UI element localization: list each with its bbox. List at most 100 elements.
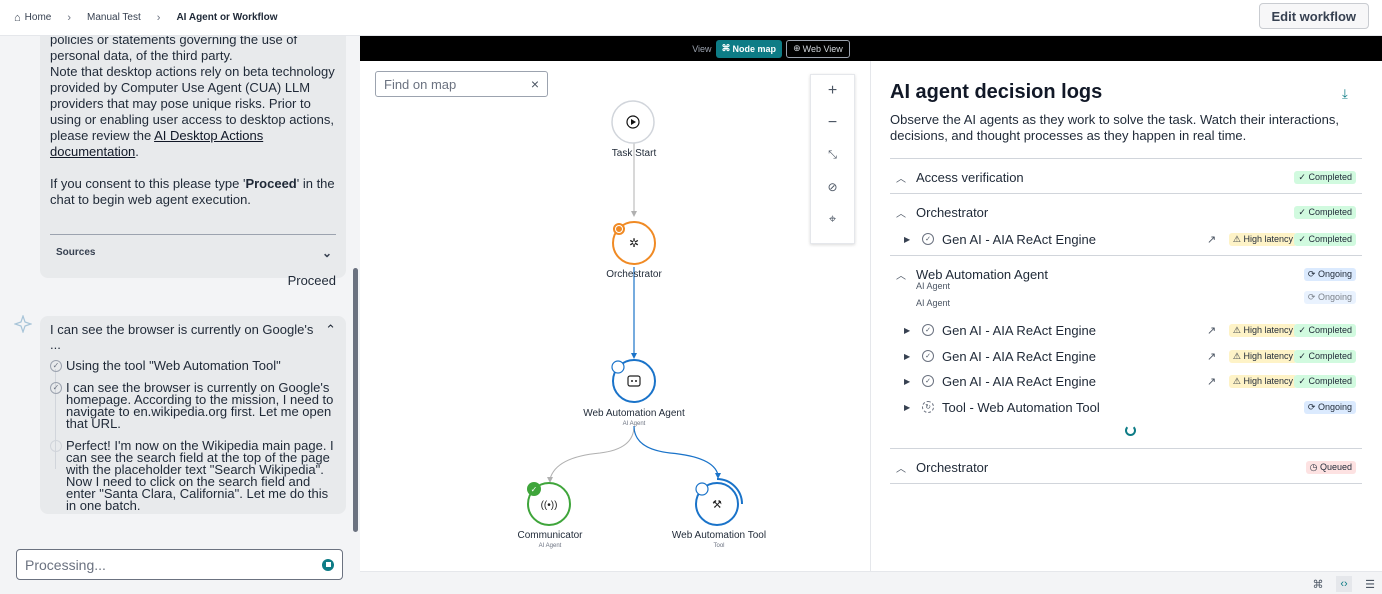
expand-triangle-icon[interactable]: ▶ xyxy=(904,377,922,386)
status-badge-ghost: ⟳ Ongoing xyxy=(1303,291,1356,304)
bottom-toolbar: ⌘ ‹› ☰ xyxy=(360,571,1382,594)
check-circle-icon: ✓ xyxy=(50,382,62,394)
section-header[interactable]: ︿ Access verification ✓ Completed xyxy=(890,167,1362,187)
user-message: Proceed xyxy=(287,273,336,288)
edge-agent-communicator xyxy=(549,425,635,480)
task-start-label[interactable]: Task Start xyxy=(564,148,704,159)
communicator-sublabel: AI Agent xyxy=(538,543,562,549)
web-agent-sublabel: AI Agent xyxy=(622,421,646,427)
section-access-verification: ︿ Access verification ✓ Completed xyxy=(890,158,1362,194)
home-icon[interactable]: ⌂ xyxy=(14,12,21,24)
step-item: ✓ Using the tool "Web Automation Tool" xyxy=(50,359,336,372)
section-orchestrator-queued: ︿ Orchestrator ◷ Queued xyxy=(890,448,1362,484)
agent-thought-header[interactable]: I can see the browser is currently on Go… xyxy=(50,322,336,352)
external-link-icon[interactable]: ↗ xyxy=(1207,350,1216,363)
status-badge: ◷ Queued xyxy=(1305,460,1356,474)
sync-badge-icon xyxy=(611,360,625,374)
edit-workflow-button[interactable]: Edit workflow xyxy=(1258,3,1369,29)
status-badge: ✓ Completed xyxy=(1294,323,1356,337)
external-link-icon[interactable]: ↗ xyxy=(1207,324,1216,337)
status-badge: ⟳ Ongoing xyxy=(1303,267,1356,281)
chat-panel: policies or statements governing the use… xyxy=(0,36,360,594)
status-badge: ✓ Completed xyxy=(1294,205,1356,219)
split-view-icon[interactable]: ‹› xyxy=(1336,576,1352,592)
node-map-icon: ⌘ xyxy=(721,43,731,53)
agent-type-label-ghost: AI Agent xyxy=(916,298,951,308)
breadcrumb-current: AI Agent or Workflow xyxy=(176,12,278,23)
edge-agent-tool xyxy=(633,425,719,476)
log-item[interactable]: ▶ ✓ Gen AI - AIA ReAct Engine ↗ ⚠ High l… xyxy=(904,346,1362,366)
latency-badge: ⚠ High latency xyxy=(1228,323,1297,337)
consent-text-1: policies or statements governing the use… xyxy=(50,36,298,63)
section-header[interactable]: ︿ Web Automation Agent ⟳ Ongoing xyxy=(890,264,1362,284)
logs-title: AI agent decision logs xyxy=(890,81,1103,103)
status-badge: ✓ Completed xyxy=(1294,374,1356,388)
section-web-automation-agent: ︿ Web Automation Agent ⟳ Ongoing AI Agen… xyxy=(890,255,1362,449)
consent-prompt: If you consent to this please type 'Proc… xyxy=(50,176,335,207)
status-badge: ✓ Completed xyxy=(1294,170,1356,184)
ai-agent-icon xyxy=(14,315,32,333)
step-item: ✓ I can see the browser is currently on … xyxy=(50,381,336,430)
pending-circle-icon xyxy=(50,440,62,452)
chevron-up-icon: ︿ xyxy=(896,463,906,475)
breadcrumb-home[interactable]: Home xyxy=(25,12,52,23)
sync-icon: ↻ xyxy=(922,401,934,413)
communicator-label[interactable]: Communicator xyxy=(480,530,620,541)
external-link-icon[interactable]: ↗ xyxy=(1207,375,1216,388)
download-icon[interactable]: ⤓ xyxy=(1342,86,1348,102)
sources-toggle[interactable]: Sources ⌄ xyxy=(50,234,336,270)
svg-text:✓: ✓ xyxy=(531,485,538,494)
chevron-down-icon: ⌄ xyxy=(321,245,332,260)
check-circle-icon: ✓ xyxy=(922,350,934,362)
chevron-right-icon: › xyxy=(67,11,72,24)
latency-badge: ⚠ High latency xyxy=(1228,349,1297,363)
logs-description: Observe the AI agents as they work to so… xyxy=(890,112,1339,143)
wrench-icon: ⚒ xyxy=(712,499,722,511)
node-map-button[interactable]: ⌘ Node map xyxy=(715,39,783,58)
chat-scrollbar[interactable] xyxy=(353,268,358,532)
stop-icon[interactable] xyxy=(322,558,334,571)
external-link-icon[interactable]: ↗ xyxy=(1207,233,1216,246)
section-header[interactable]: ︿ Orchestrator ◷ Queued xyxy=(890,457,1362,477)
latency-badge: ⚠ High latency xyxy=(1228,374,1297,388)
expand-triangle-icon[interactable]: ▶ xyxy=(904,235,922,244)
view-toggle-bar: View ⌘ Node map ⊕ Web View xyxy=(360,36,1382,61)
chevron-up-icon: ︿ xyxy=(896,208,906,220)
status-badge: ✓ Completed xyxy=(1294,232,1356,246)
section-header[interactable]: ︿ Orchestrator ✓ Completed xyxy=(890,202,1362,222)
broadcast-icon: ((•)) xyxy=(541,500,558,511)
agent-thought-title: I can see the browser is currently on Go… xyxy=(50,322,314,352)
node-map-icon[interactable]: ⌘ xyxy=(1310,576,1326,592)
expand-triangle-icon[interactable]: ▶ xyxy=(904,352,922,361)
sync-badge-icon xyxy=(695,482,709,496)
sources-label: Sources xyxy=(56,247,96,258)
check-circle-icon: ✓ xyxy=(922,375,934,387)
log-item[interactable]: ▶ ↻ Tool - Web Automation Tool ⟳ Ongoing xyxy=(904,397,1362,417)
list-view-icon[interactable]: ☰ xyxy=(1362,576,1378,592)
orchestrator-icon: ✲ xyxy=(629,236,639,250)
log-item[interactable]: ▶ ✓ Gen AI - AIA ReAct Engine ↗ ⚠ High l… xyxy=(904,229,1362,249)
check-circle-icon: ✓ xyxy=(922,324,934,336)
top-bar: ⌂ Home › Manual Test › AI Agent or Workf… xyxy=(0,0,1382,36)
expand-triangle-icon[interactable]: ▶ xyxy=(904,326,922,335)
decision-logs-panel: AI agent decision logs ⤓ Observe the AI … xyxy=(872,61,1382,571)
chat-input-placeholder: Processing... xyxy=(25,556,106,573)
edge-arrow xyxy=(631,353,637,359)
chevron-up-icon[interactable]: ⌃ xyxy=(325,322,336,352)
web-view-button[interactable]: ⊕ Web View xyxy=(786,39,850,58)
globe-icon: ⊕ xyxy=(793,43,801,53)
section-orchestrator: ︿ Orchestrator ✓ Completed ▶ ✓ Gen AI - … xyxy=(890,193,1362,255)
node-map[interactable]: Find on map × + − ⤡ ⊘ ⌖ ✲ ((•)) ✓ ⚒ Task… xyxy=(360,61,871,571)
web-agent-label[interactable]: Web Automation Agent xyxy=(564,408,704,419)
edge-arrow xyxy=(631,211,637,217)
status-badge: ✓ Completed xyxy=(1294,349,1356,363)
breadcrumb-manual[interactable]: Manual Test xyxy=(87,12,141,23)
expand-triangle-icon[interactable]: ▶ xyxy=(904,403,922,412)
web-tool-label[interactable]: Web Automation Tool xyxy=(649,530,789,541)
chat-input[interactable]: Processing... xyxy=(16,549,343,580)
clock-badge-icon xyxy=(613,223,625,235)
orchestrator-label[interactable]: Orchestrator xyxy=(564,269,704,280)
log-item[interactable]: ▶ ✓ Gen AI - AIA ReAct Engine ↗ ⚠ High l… xyxy=(904,320,1362,340)
check-circle-icon: ✓ xyxy=(50,360,62,372)
log-item[interactable]: ▶ ✓ Gen AI - AIA ReAct Engine ↗ ⚠ High l… xyxy=(904,371,1362,391)
